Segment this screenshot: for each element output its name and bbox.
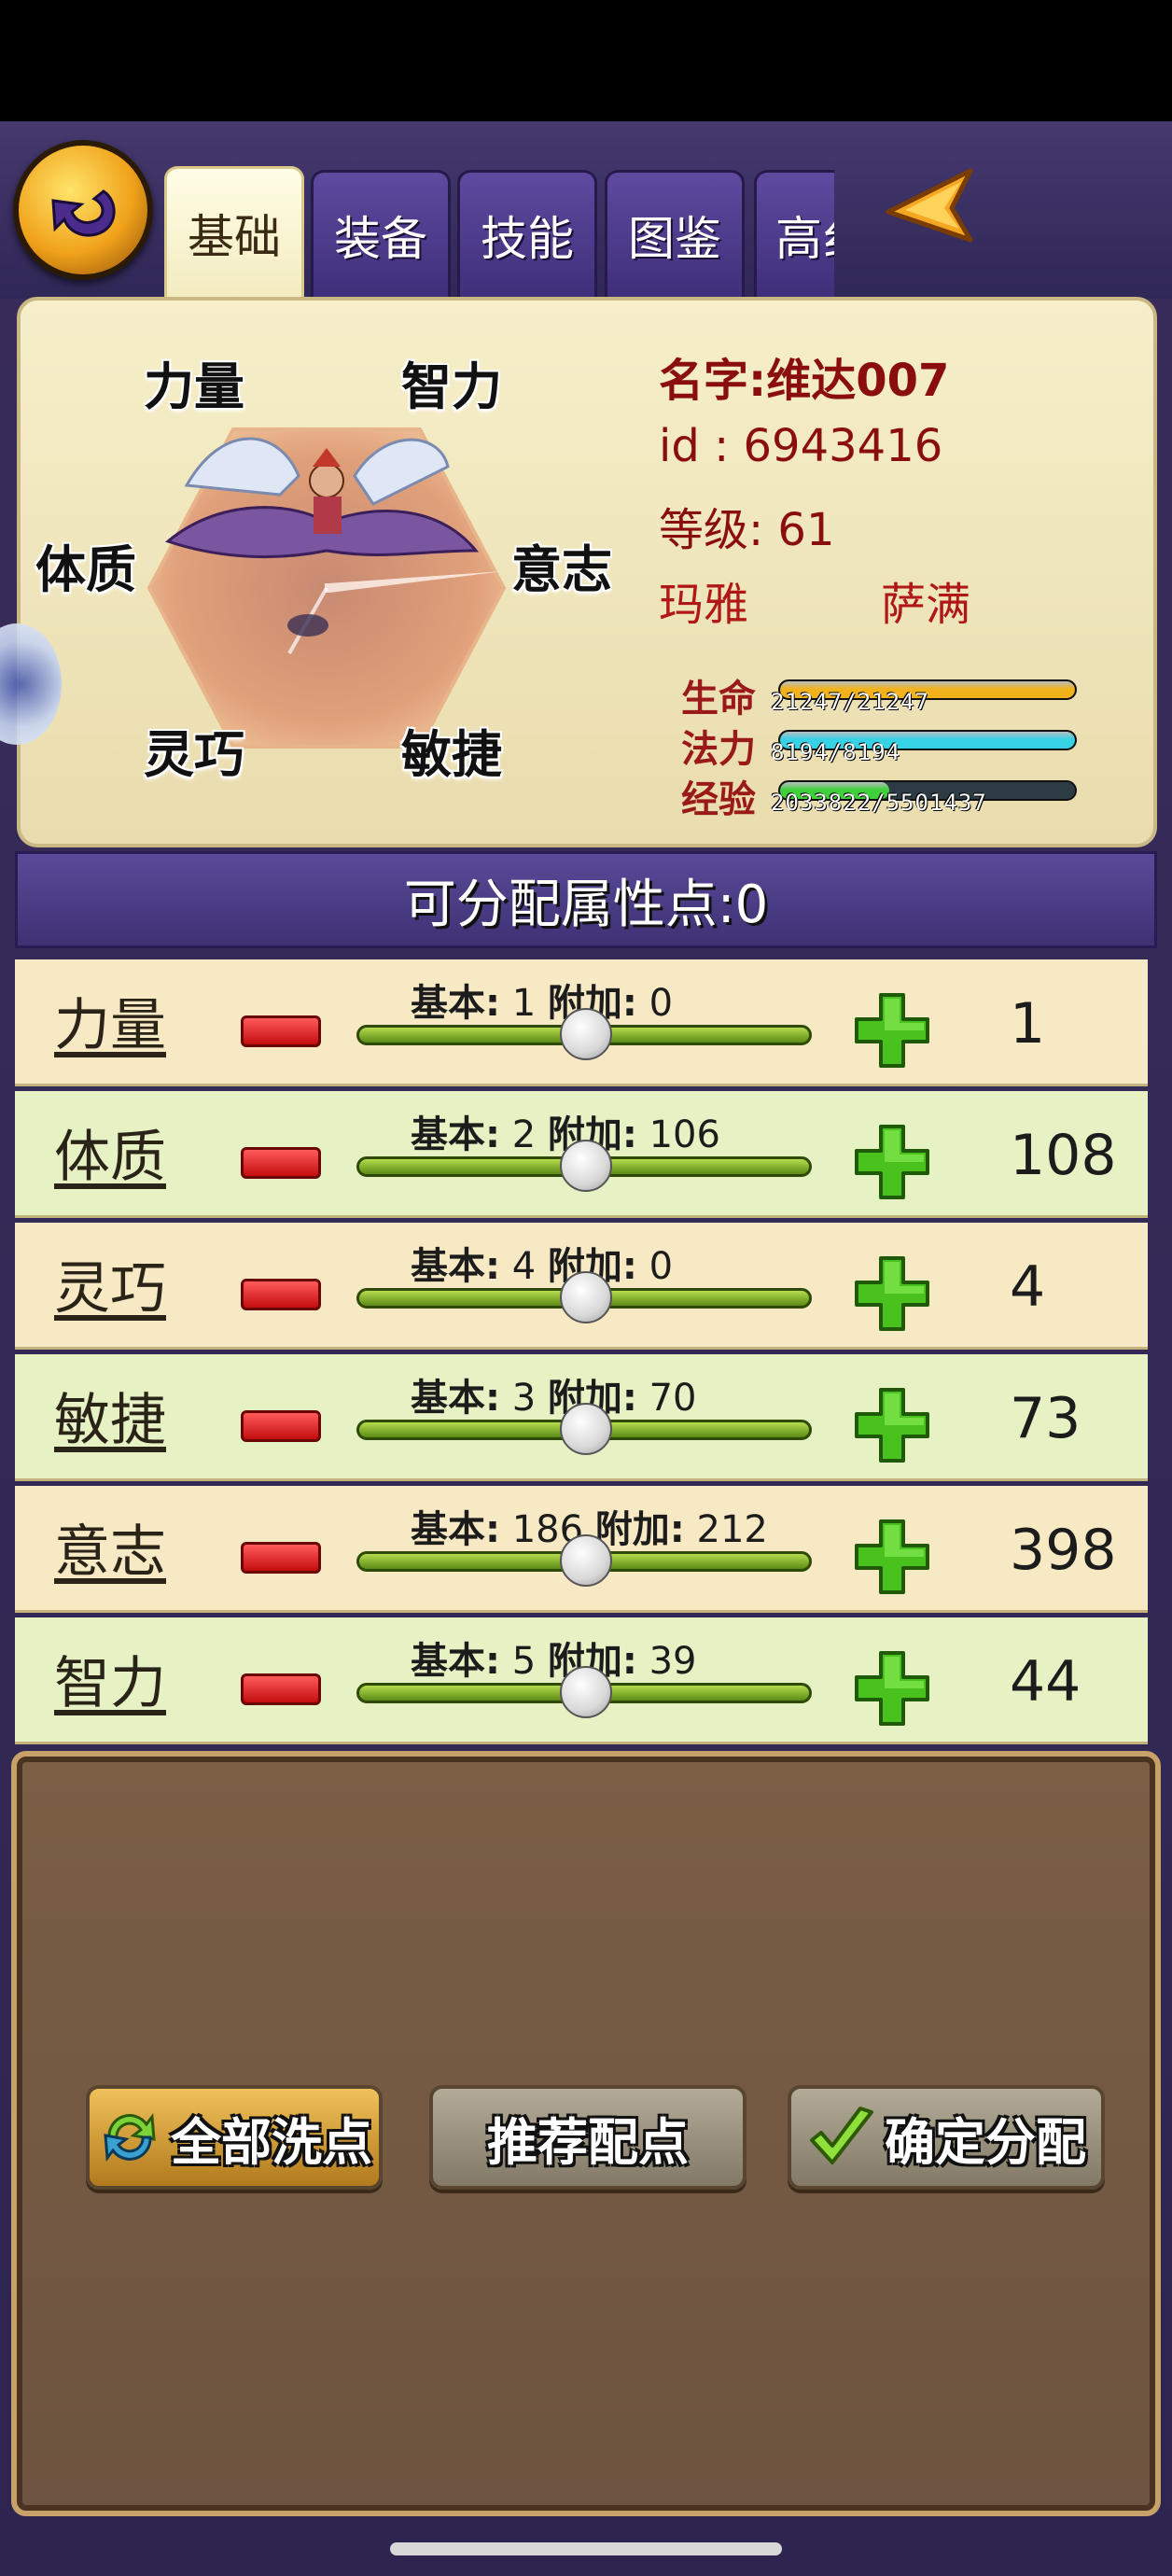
checkmark-icon [810, 2107, 873, 2164]
stat-total: 4 [1010, 1254, 1046, 1320]
hex-label-will: 意志 [511, 540, 612, 599]
stat-total: 1 [1010, 991, 1046, 1057]
exp-label: 经验 [681, 778, 756, 821]
stat-name: 力量 [54, 993, 166, 1058]
collapse-arrow-icon[interactable] [877, 163, 980, 247]
tab-codex[interactable]: 图鉴 [605, 170, 745, 297]
stat-total: 73 [1010, 1386, 1081, 1451]
stat-name: 意志 [54, 1519, 166, 1585]
tab-advanced[interactable]: 高纟 [754, 170, 834, 297]
refresh-icon [104, 2112, 156, 2163]
decrease-button[interactable] [241, 1410, 321, 1442]
attribute-hexagon-chart [146, 427, 507, 749]
recommend-label: 推荐配点 [487, 2112, 689, 2172]
hex-label-intelligence: 智力 [401, 357, 502, 416]
plus-icon[interactable] [851, 1384, 933, 1466]
decrease-button[interactable] [241, 1673, 321, 1705]
stat-detail: 基本: 4 附加: 0 [411, 1236, 673, 1290]
recommend-points-button[interactable]: 推荐配点 [429, 2085, 746, 2190]
base-value: 3 [511, 1377, 537, 1420]
mp-value: 8194/8194 [771, 739, 901, 765]
stat-name: 智力 [54, 1651, 166, 1716]
base-value: 4 [511, 1245, 537, 1288]
plus-icon[interactable] [851, 1121, 933, 1203]
stat-row: 体质 基本: 2 附加: 106 108 [15, 1091, 1148, 1218]
base-label: 基本: [411, 982, 500, 1025]
base-label: 基本: [411, 1113, 500, 1156]
stat-name: 体质 [54, 1125, 166, 1190]
plus-icon[interactable] [851, 1253, 933, 1335]
stat-row: 力量 基本: 1 附加: 01 [15, 959, 1148, 1086]
base-label: 基本: [411, 1508, 500, 1551]
stat-detail: 基本: 3 附加: 70 [411, 1367, 697, 1421]
slider-handle[interactable] [560, 1666, 612, 1718]
confirm-label: 确定分配 [885, 2112, 1086, 2172]
hp-value: 21247/21247 [771, 689, 929, 715]
stat-total: 398 [1010, 1518, 1117, 1583]
plus-icon[interactable] [851, 989, 933, 1071]
hex-label-constitution: 体质 [35, 540, 136, 599]
base-value: 2 [511, 1113, 537, 1156]
stat-detail: 基本: 1 附加: 0 [411, 973, 673, 1027]
decrease-button[interactable] [241, 1147, 321, 1179]
stat-row: 灵巧 基本: 4 附加: 04 [15, 1223, 1148, 1350]
bonus-value: 39 [649, 1640, 697, 1683]
tab-equipment[interactable]: 装备 [311, 170, 451, 297]
bonus-value: 212 [696, 1508, 768, 1551]
bonus-value: 106 [649, 1113, 720, 1156]
confirm-allocation-button[interactable]: 确定分配 [788, 2085, 1105, 2190]
plus-icon[interactable] [851, 1647, 933, 1729]
base-label: 基本: [411, 1640, 500, 1683]
bonus-value: 0 [649, 982, 674, 1025]
slider-handle[interactable] [560, 1403, 612, 1455]
base-value: 5 [511, 1640, 537, 1683]
stat-row: 意志 基本: 186 附加: 212 398 [15, 1486, 1148, 1613]
character-class: 萨满 [881, 579, 971, 631]
hex-label-dexterity: 灵巧 [144, 725, 244, 784]
mp-label: 法力 [681, 728, 756, 771]
status-bar [0, 0, 1172, 121]
decrease-button[interactable] [241, 1542, 321, 1574]
decrease-button[interactable] [241, 1279, 321, 1310]
back-button[interactable] [13, 140, 153, 280]
stat-row: 智力 基本: 5 附加: 39 44 [15, 1617, 1148, 1744]
base-label: 基本: [411, 1377, 500, 1420]
exp-value: 2033822/5501437 [771, 790, 987, 816]
slider-handle[interactable] [560, 1008, 612, 1060]
stat-row: 敏捷 基本: 3 附加: 70 73 [15, 1354, 1148, 1481]
tab-skills[interactable]: 技能 [457, 170, 597, 297]
tab-advanced-clip: 高纟 [754, 170, 834, 297]
base-value: 1 [511, 982, 537, 1025]
stat-total: 44 [1010, 1649, 1081, 1715]
character-id: id : 6943416 [659, 420, 943, 472]
back-arrow-icon [51, 189, 116, 237]
base-label: 基本: [411, 1245, 500, 1288]
stat-name: 敏捷 [54, 1388, 166, 1453]
stat-name: 灵巧 [54, 1256, 166, 1322]
bonus-label: 附加: [594, 1508, 685, 1551]
slider-handle[interactable] [560, 1271, 612, 1323]
stat-total: 108 [1010, 1123, 1117, 1188]
reset-all-points-button[interactable]: 全部洗点 [86, 2085, 383, 2190]
bonus-value: 70 [649, 1377, 697, 1420]
stat-detail: 基本: 5 附加: 39 [411, 1631, 697, 1685]
slider-handle[interactable] [560, 1140, 612, 1192]
home-indicator[interactable] [390, 2542, 782, 2555]
character-name: 名字:维达007 [659, 355, 950, 407]
bonus-value: 0 [649, 1245, 674, 1288]
available-points-banner: 可分配属性点:0 [15, 851, 1157, 948]
decrease-button[interactable] [241, 1015, 321, 1047]
hex-label-strength: 力量 [144, 357, 244, 416]
hp-label: 生命 [681, 678, 756, 721]
tab-basic[interactable]: 基础 [164, 166, 304, 297]
plus-icon[interactable] [851, 1516, 933, 1598]
character-race: 玛雅 [659, 579, 749, 631]
character-level: 等级: 61 [659, 504, 835, 556]
slider-handle[interactable] [560, 1534, 612, 1587]
hex-label-agility: 敏捷 [401, 725, 502, 784]
reset-label: 全部洗点 [171, 2112, 372, 2172]
